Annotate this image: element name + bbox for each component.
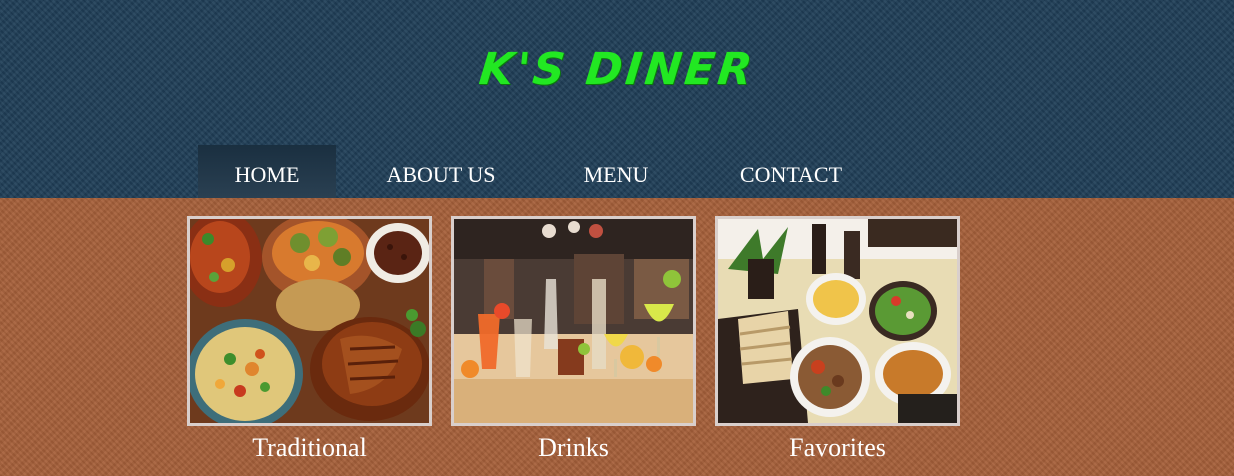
nav-about-us[interactable]: ABOUT US [336,145,546,198]
nav-menu[interactable]: MENU [546,145,686,198]
gallery-caption: Traditional [252,433,367,462]
traditional-food-image[interactable] [187,216,432,426]
main-nav: HOME ABOUT US MENU CONTACT [198,145,896,198]
nav-home[interactable]: HOME [198,145,336,198]
site-logo[interactable]: K'S DINER [0,44,1234,95]
drinks-image[interactable] [451,216,696,426]
gallery-caption: Favorites [789,433,886,462]
gallery-caption: Drinks [538,433,609,462]
favorites-image[interactable] [715,216,960,426]
nav-contact[interactable]: CONTACT [686,145,896,198]
food-gallery: Traditional Drinks Favorites [187,216,979,463]
site-header: K'S DINER HOME ABOUT US MENU CONTACT [0,0,1234,198]
gallery-card-drinks[interactable]: Drinks [451,216,696,463]
gallery-card-traditional[interactable]: Traditional [187,216,432,463]
gallery-card-favorites[interactable]: Favorites [715,216,960,463]
